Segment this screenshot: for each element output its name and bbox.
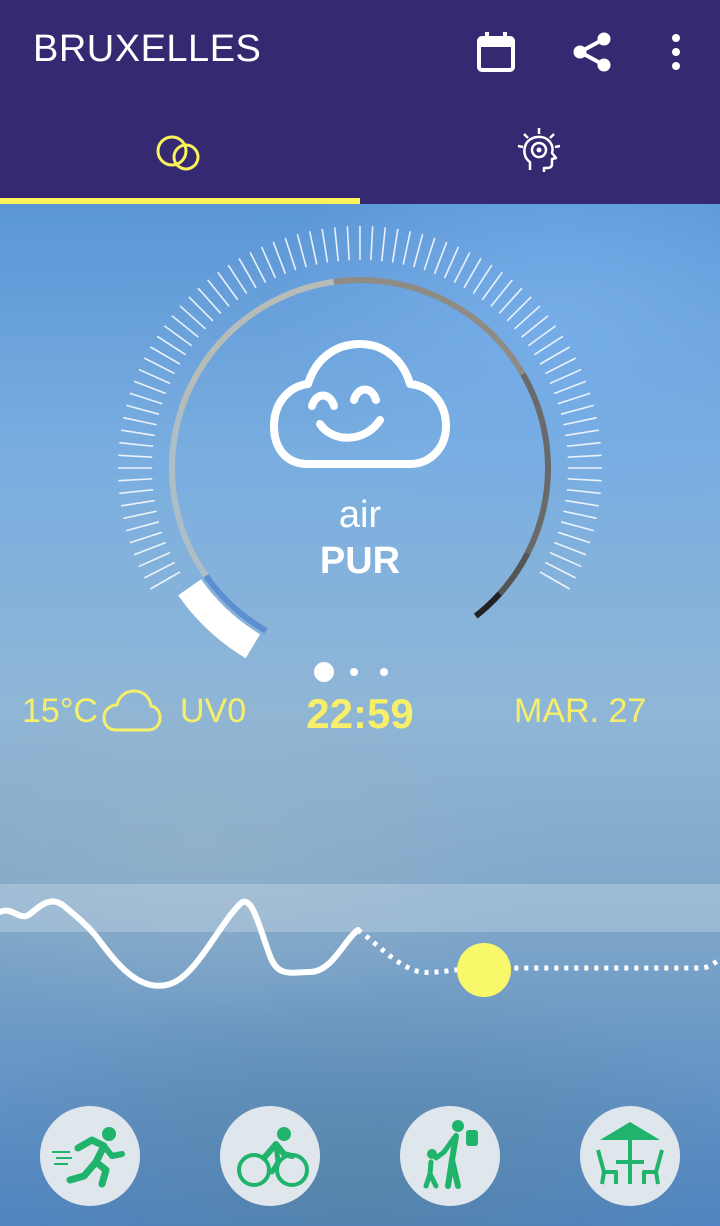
cycling-icon xyxy=(237,1127,309,1187)
gauge-tick xyxy=(557,392,591,405)
gauge-tick xyxy=(118,478,153,482)
gauge-tick xyxy=(560,404,594,415)
current-time: 22:59 xyxy=(306,690,414,737)
air-label: air xyxy=(338,494,382,536)
activity-family-button[interactable] xyxy=(400,1106,500,1206)
gauge-tick xyxy=(544,357,576,375)
sun-marker-icon xyxy=(457,943,511,997)
gauge-tick xyxy=(120,429,155,437)
gauge-tick xyxy=(296,234,307,268)
page-dot-active[interactable] xyxy=(314,662,334,682)
gauge-tick xyxy=(391,228,399,263)
timeline-forecast-curve xyxy=(356,927,720,975)
gauge-tick xyxy=(119,488,154,495)
gauge-tick xyxy=(443,246,460,279)
air-bubbles-icon xyxy=(156,135,200,171)
gauge-tick xyxy=(308,231,318,265)
activity-terrace-button[interactable] xyxy=(580,1106,680,1206)
city-title: BRUXELLES xyxy=(33,28,262,70)
page-dot[interactable] xyxy=(350,668,358,676)
gauge-arc-segment xyxy=(473,591,502,619)
gauge-tick xyxy=(567,454,602,458)
activity-running-button[interactable] xyxy=(40,1106,140,1206)
air-quality-level: PUR xyxy=(319,540,401,582)
gauge-tick xyxy=(144,357,176,375)
gauge-tick xyxy=(321,228,329,263)
gauge-tick xyxy=(249,252,267,284)
gauge-tick xyxy=(402,231,412,265)
gauge-tick xyxy=(549,368,582,385)
gauge-tick xyxy=(553,380,587,395)
gauge-tick xyxy=(123,416,157,426)
gauge-tick xyxy=(118,454,153,458)
gauge-tick xyxy=(463,258,482,289)
gauge-tick xyxy=(138,368,171,385)
gauge-tick xyxy=(119,441,154,448)
gauge-tick xyxy=(563,416,597,426)
gauge-tick xyxy=(238,258,257,289)
gauge-tick xyxy=(453,252,471,284)
tab-health[interactable] xyxy=(360,104,720,200)
smiling-cloud-icon xyxy=(270,340,450,468)
gauge-tick xyxy=(129,392,163,405)
tab-air-quality[interactable] xyxy=(0,104,360,200)
cloud-icon xyxy=(102,689,162,732)
family-walking-icon xyxy=(423,1120,478,1189)
page-dot[interactable] xyxy=(380,668,388,676)
page-indicator[interactable] xyxy=(312,660,402,684)
current-date: MAR. 27 xyxy=(514,692,647,730)
gauge-tick xyxy=(133,380,167,395)
gauge-tick xyxy=(566,488,601,495)
gauge-tick xyxy=(380,227,387,262)
running-icon xyxy=(52,1127,125,1188)
gauge-tick xyxy=(260,246,277,279)
gauge-tick xyxy=(333,227,340,262)
calendar-icon[interactable] xyxy=(474,30,518,74)
gauge-tick xyxy=(150,346,181,365)
gauge-tick xyxy=(272,241,287,275)
gauge-tick xyxy=(126,404,160,415)
gauge-tick xyxy=(567,478,602,482)
activity-cycling-button[interactable] xyxy=(220,1106,320,1206)
gauge-tick xyxy=(566,441,601,448)
share-icon[interactable] xyxy=(570,30,614,74)
terrace-table-icon xyxy=(596,1122,664,1185)
gauge-tick xyxy=(284,237,297,271)
gauge-tick xyxy=(370,226,374,261)
more-vert-icon[interactable] xyxy=(654,30,698,74)
gauge-tick xyxy=(413,234,424,268)
uv-index: UV0 xyxy=(180,692,247,730)
temperature: 15°C xyxy=(22,692,98,730)
app-bar: BRUXELLES xyxy=(0,0,720,204)
timeline-past-curve xyxy=(0,898,361,989)
air-quality-timeline[interactable] xyxy=(0,880,720,1020)
gauge-tick xyxy=(346,226,350,261)
head-health-icon xyxy=(517,128,561,172)
gauge-tick xyxy=(565,429,600,437)
gauge-tick xyxy=(433,241,448,275)
gauge-tick xyxy=(539,346,570,365)
gauge-tick xyxy=(423,237,436,271)
